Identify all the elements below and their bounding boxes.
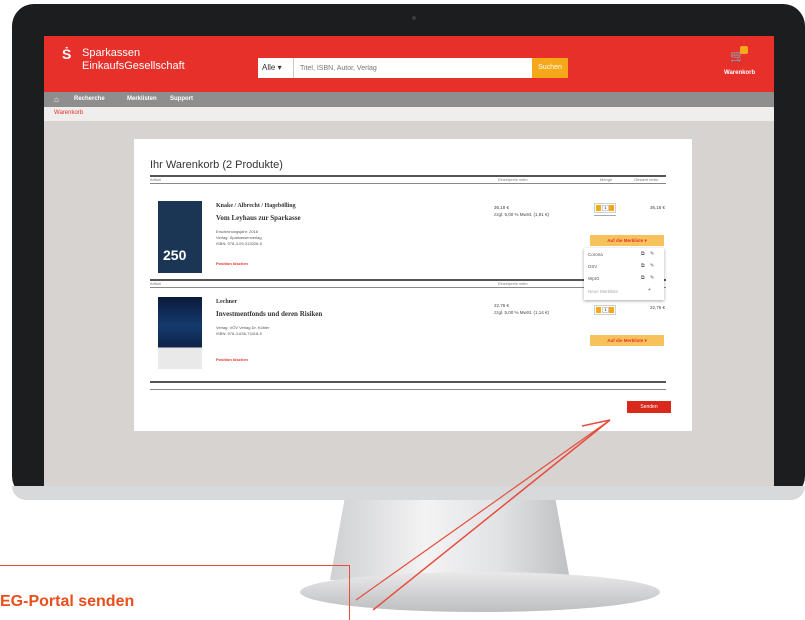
callout-line bbox=[355, 419, 611, 601]
callout-text: EG-Portal senden bbox=[0, 593, 135, 610]
callout-pointer bbox=[355, 419, 611, 611]
callout-line bbox=[372, 419, 611, 611]
stage: Ṡ Sparkassen EinkaufsGesellschaft Alle ▾… bbox=[0, 0, 805, 620]
